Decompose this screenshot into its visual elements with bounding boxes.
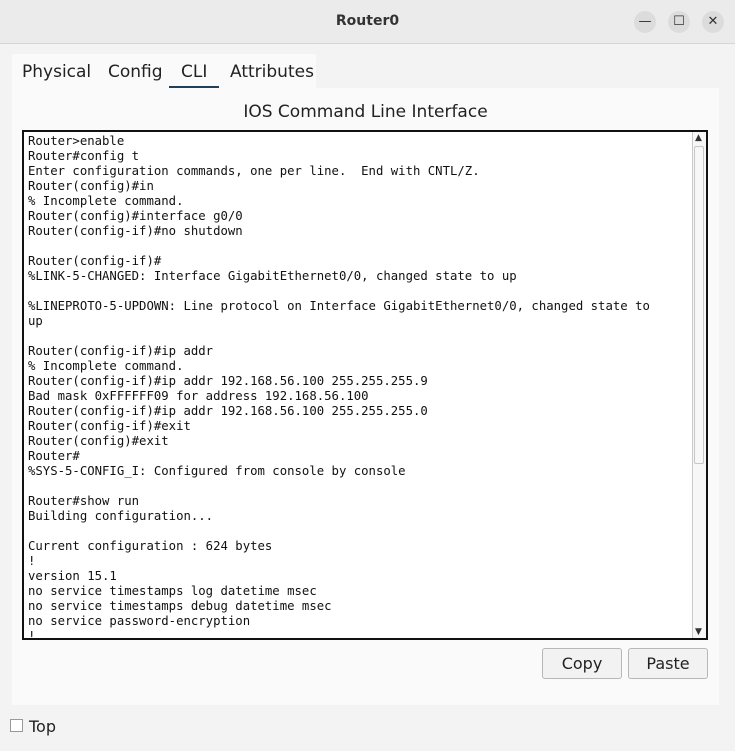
window-title: Router0: [335, 13, 400, 29]
console-line: % Incomplete command.: [28, 194, 184, 208]
console-line: !: [28, 554, 36, 568]
console-line: %LINK-5-CHANGED: Interface GigabitEthern…: [28, 269, 517, 283]
window-titlebar: Router0 — ☐ ✕: [0, 0, 735, 44]
tab-cli[interactable]: CLI: [168, 62, 220, 90]
console-line: % Incomplete command.: [28, 359, 184, 373]
top-checkbox[interactable]: [10, 719, 23, 732]
console-output[interactable]: Router>enable Router#config t Enter config…: [28, 134, 692, 640]
cli-console[interactable]: Router>enable Router#config t Enter config…: [22, 130, 708, 640]
console-line: Router>enable: [28, 134, 125, 148]
console-line: Router(config-if)#ip addr: [28, 344, 214, 358]
console-line: Router(config-if)#ip addr 192.168.56.100…: [28, 374, 428, 388]
console-line: up: [28, 314, 43, 328]
minimize-button[interactable]: —: [634, 11, 656, 33]
console-line: Router(config)#exit: [28, 434, 169, 448]
console-line: Router(config-if)#no shutdown: [28, 224, 243, 238]
console-line: Router(config-if)#ip addr 192.168.56.100…: [28, 404, 428, 418]
device-tabs: Physical Config CLI Attributes: [12, 54, 316, 90]
console-line: Router(config)#in: [28, 179, 154, 193]
tab-physical[interactable]: Physical: [22, 62, 91, 82]
console-line: Bad mask 0xFFFFFF09 for address 192.168.…: [28, 389, 369, 403]
panel-title: IOS Command Line Interface: [243, 102, 488, 122]
scroll-up-arrow-icon[interactable]: ▲: [695, 133, 702, 143]
console-scrollbar[interactable]: ▲ ▼: [692, 132, 706, 638]
console-line: no service password-encryption: [28, 614, 251, 628]
console-line: Enter configuration commands, one per li…: [28, 164, 480, 178]
maximize-button[interactable]: ☐: [668, 11, 690, 33]
console-line: Current configuration : 624 bytes: [28, 539, 273, 553]
console-line: Router#show run: [28, 494, 140, 508]
maximize-icon: ☐: [673, 14, 685, 29]
console-line: %LINEPROTO-5-UPDOWN: Line protocol on In…: [28, 299, 650, 313]
close-icon: ✕: [707, 14, 719, 29]
close-button[interactable]: ✕: [702, 11, 724, 33]
tab-attributes[interactable]: Attributes: [230, 62, 314, 82]
console-line: Router#: [28, 449, 80, 463]
console-line: version 15.1: [28, 569, 117, 583]
console-line: Router#config t: [28, 149, 140, 163]
scroll-down-arrow-icon[interactable]: ▼: [695, 627, 702, 637]
copy-button[interactable]: Copy: [542, 648, 622, 679]
console-line: !: [28, 629, 36, 640]
console-line: Router(config-if)#: [28, 254, 162, 268]
minimize-icon: —: [638, 14, 652, 29]
top-checkbox-label: Top: [29, 717, 56, 736]
console-line: Router(config)#interface g0/0: [28, 209, 243, 223]
console-line: no service timestamps log datetime msec: [28, 584, 317, 598]
scroll-thumb[interactable]: [694, 146, 704, 464]
console-line: %SYS-5-CONFIG_I: Configured from console…: [28, 464, 406, 478]
cli-panel: IOS Command Line Interface Router>enable…: [12, 88, 719, 705]
paste-button[interactable]: Paste: [628, 648, 708, 679]
console-line: no service timestamps debug datetime mse…: [28, 599, 332, 613]
console-line: Building configuration...: [28, 509, 214, 523]
tab-config[interactable]: Config: [108, 62, 163, 82]
console-line: Router(config-if)#exit: [28, 419, 191, 433]
